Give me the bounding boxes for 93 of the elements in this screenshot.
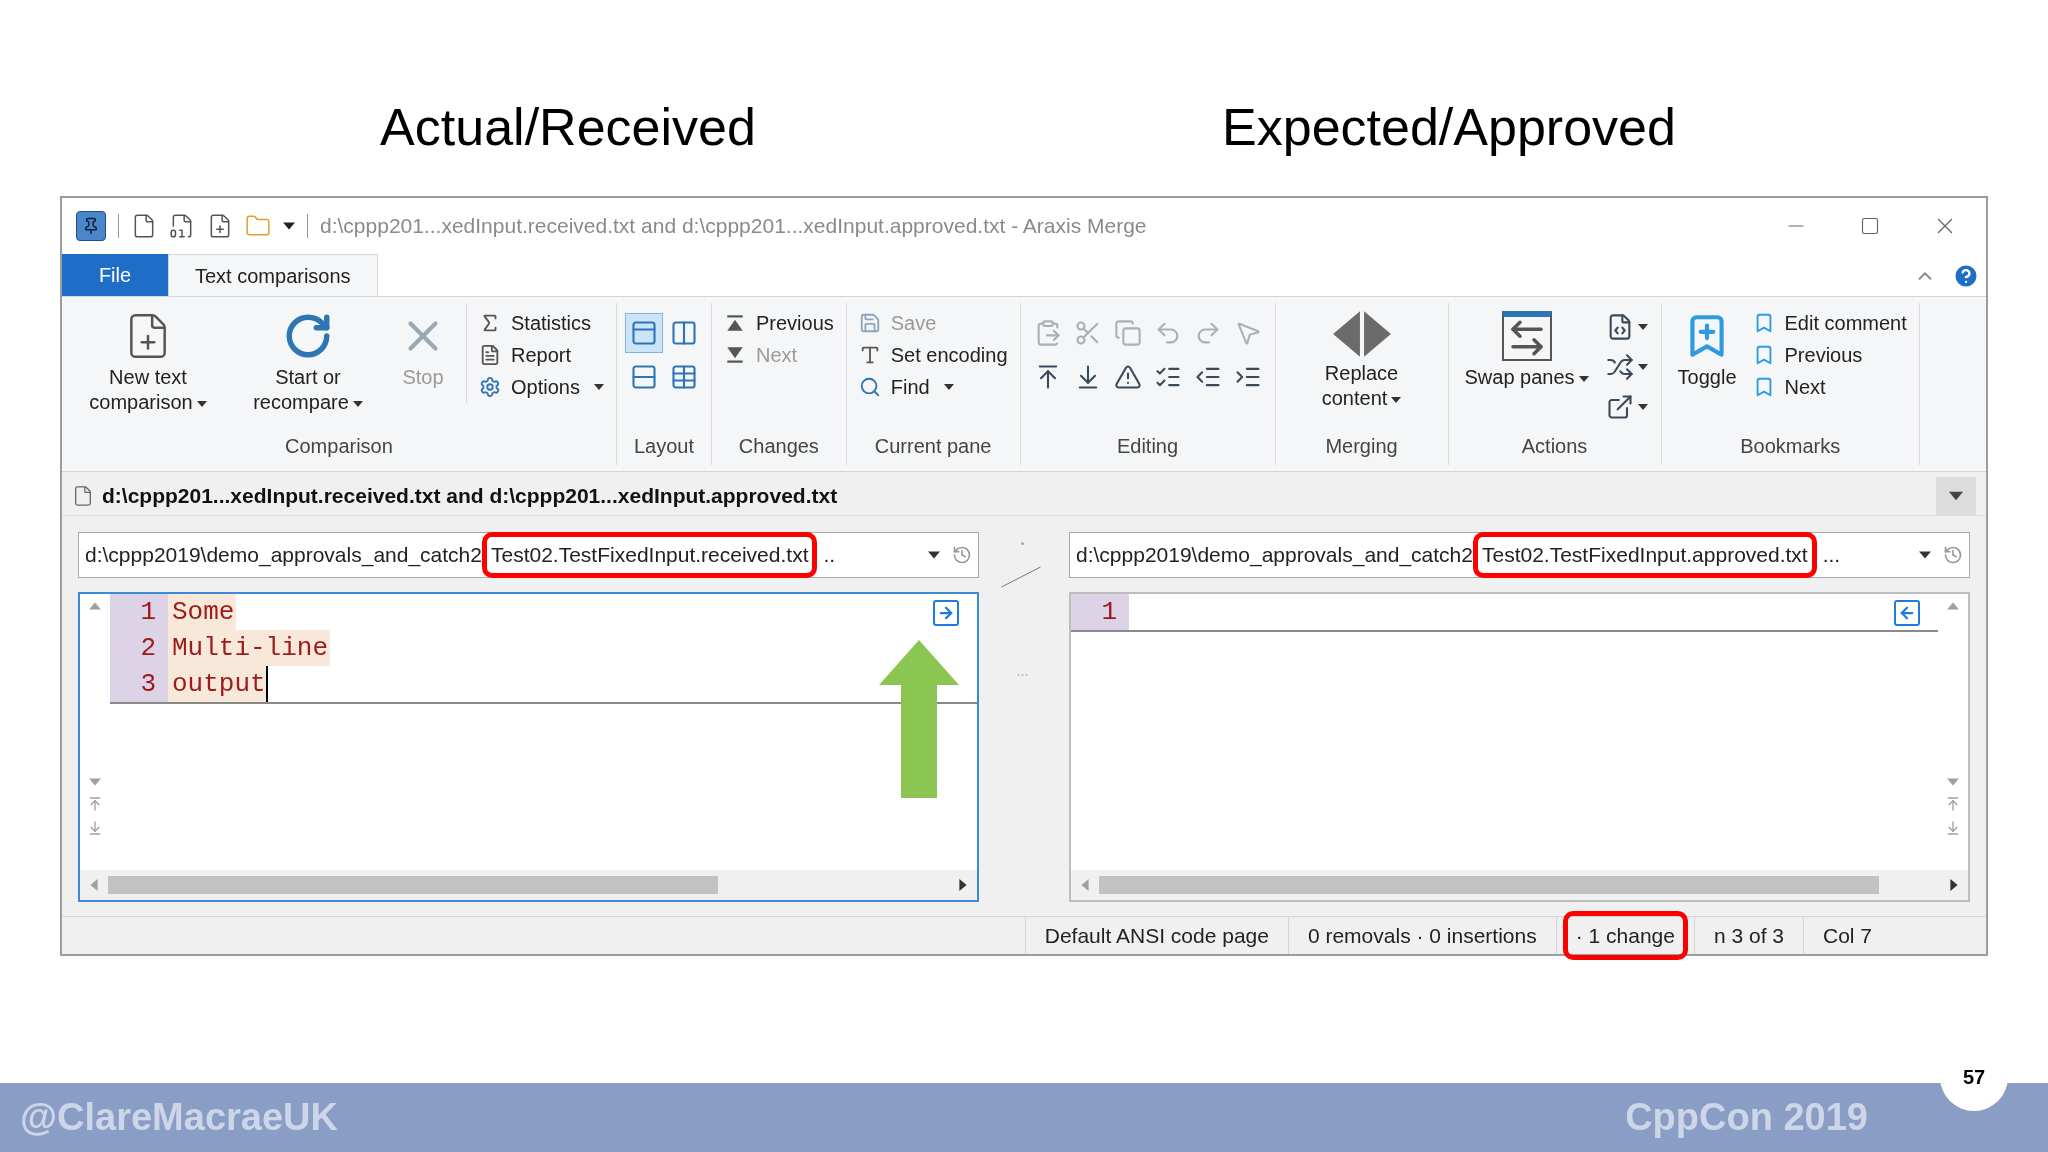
document-tab[interactable]: d:\cppp201...xedInput.received.txt and d:\cppp201...xedInput.approved.txt (102, 479, 838, 512)
group-label: Actions (1521, 434, 1588, 459)
copy-icon (1113, 319, 1142, 347)
scroll-right-icon[interactable] (957, 879, 969, 891)
arrows-icon (1605, 353, 1634, 381)
dropdown-icon[interactable] (1919, 549, 1931, 561)
scroll-down-icon[interactable] (1947, 776, 1959, 788)
file-path-field[interactable]: d:\cppp2019\demo_approvals_and_catch2 Test02.TestFixedInput.received.txt .. (78, 532, 979, 578)
status-text: Default ANSI code page (1043, 922, 1270, 949)
caret-icon[interactable] (943, 382, 954, 392)
ribbon-button[interactable]: Set encoding (854, 339, 1012, 371)
ribbon-button[interactable]: Report (475, 339, 608, 371)
caret-icon[interactable] (1637, 322, 1648, 332)
caret-icon[interactable] (1637, 362, 1648, 372)
group-label: Current pane (874, 434, 992, 459)
group-label: Layout (633, 434, 694, 459)
status-text: Col 7 (1822, 922, 1874, 949)
author-handle: @ClareMacraeUK (20, 1095, 338, 1140)
ribbon-button[interactable]: Swap panes (1456, 303, 1597, 390)
layout-icon (629, 319, 658, 347)
overflow-text: ... (1822, 542, 1841, 569)
swap-icon (1501, 311, 1552, 361)
caret-icon[interactable] (196, 398, 207, 409)
history-icon[interactable] (952, 545, 972, 565)
help-icon[interactable] (1952, 262, 1980, 290)
group-label: Merging (1325, 434, 1398, 459)
scroll-right-icon[interactable] (1948, 879, 1960, 891)
file-path-field[interactable]: d:\cppp2019\demo_approvals_and_catch2 Test02.TestFixedInput.approved.txt ... (1069, 532, 1970, 578)
text-pane[interactable]: 1 (1069, 592, 1970, 902)
window-title: d:\cppp201...xedInput.received.txt and d:\cppp201...xedInput.approved.txt - Araxis Merge (320, 213, 1147, 240)
text-pane[interactable]: 1 Some 2 Multi-line 3 output (78, 592, 979, 902)
path-text: d:\cppp2019\demo_approvals_and_catch2 (85, 542, 482, 569)
toolbar-button[interactable] (624, 313, 663, 353)
file-name: Test02.TestFixedInput.received.txt (482, 532, 818, 578)
event-name: CppCon 2019 (1625, 1095, 1868, 1140)
slide-heading: Actual/Received (380, 97, 756, 158)
status-text: · 1 change (1562, 910, 1688, 961)
group-label: Bookmarks (1740, 434, 1841, 459)
save-icon (858, 312, 881, 334)
status-text: 0 removals · 0 insertions (1306, 922, 1538, 949)
ribbon-button[interactable]: Edit comment (1748, 307, 1911, 339)
caret-icon[interactable] (593, 382, 604, 392)
warning-icon (1113, 363, 1142, 391)
ribbon-button[interactable]: Start or recompare (230, 303, 386, 415)
line-number: 1 (1071, 594, 1129, 630)
file-name: Test02.TestFixedInput.approved.txt (1473, 532, 1817, 578)
settings-icon (479, 376, 501, 398)
dropdown-button[interactable] (1936, 476, 1976, 515)
ribbon-button[interactable]: Statistics (475, 307, 608, 339)
ribbon-button[interactable]: Find (854, 371, 1012, 403)
app-icon (76, 211, 106, 241)
line-number: 3 (110, 666, 168, 702)
history-icon[interactable] (1943, 545, 1963, 565)
scroll-up-icon[interactable] (1947, 600, 1959, 612)
path-text: d:\cppp2019\demo_approvals_and_catch2 (1076, 542, 1473, 569)
report-icon (479, 344, 501, 366)
scroll-up-icon[interactable] (89, 600, 101, 612)
slide-heading: Expected/Approved (1222, 97, 1676, 158)
ribbon-button[interactable]: Next (1748, 371, 1911, 403)
ribbon-button[interactable]: Previous (1748, 339, 1911, 371)
copy-change-button[interactable] (933, 600, 959, 626)
layout-icon (629, 363, 658, 391)
customize-icon[interactable] (283, 220, 295, 232)
ribbon-button[interactable]: Toggle (1669, 303, 1745, 390)
ribbon-button[interactable]: Replace content (1283, 303, 1440, 411)
ribbon-button[interactable]: Previous (719, 307, 838, 339)
layout-icon (669, 363, 698, 391)
scrollbar-thumb[interactable] (108, 876, 718, 894)
line-number: 2 (110, 630, 168, 666)
caret-icon[interactable] (1578, 373, 1589, 384)
export-icon (1605, 393, 1634, 421)
ribbon-tab[interactable]: Text comparisons (168, 254, 378, 296)
group-label: Comparison (285, 434, 393, 459)
layout-icon (669, 319, 698, 347)
copy-change-button[interactable] (1894, 600, 1920, 626)
caret-icon[interactable] (1637, 402, 1648, 412)
caret-icon[interactable] (1391, 394, 1402, 405)
ribbon-button[interactable]: Options (475, 371, 608, 403)
status-text: n 3 of 3 (1712, 922, 1785, 949)
file-icon (72, 484, 94, 507)
dropdown-icon[interactable] (928, 549, 940, 561)
overflow-text: .. (823, 542, 836, 569)
caret-icon[interactable] (352, 398, 363, 409)
arrow-right-icon (937, 604, 955, 622)
ribbon-button[interactable]: New text comparison (70, 303, 226, 415)
scrollbar-thumb[interactable] (1099, 876, 1879, 894)
group-label: Changes (738, 434, 819, 459)
ribbon-tab[interactable]: File (62, 254, 168, 296)
line-number: 1 (110, 594, 168, 630)
scroll-down-icon[interactable] (89, 776, 101, 788)
group-label: Editing (1116, 434, 1179, 459)
maximize-button[interactable] (1860, 216, 1880, 236)
search-icon (858, 376, 881, 398)
